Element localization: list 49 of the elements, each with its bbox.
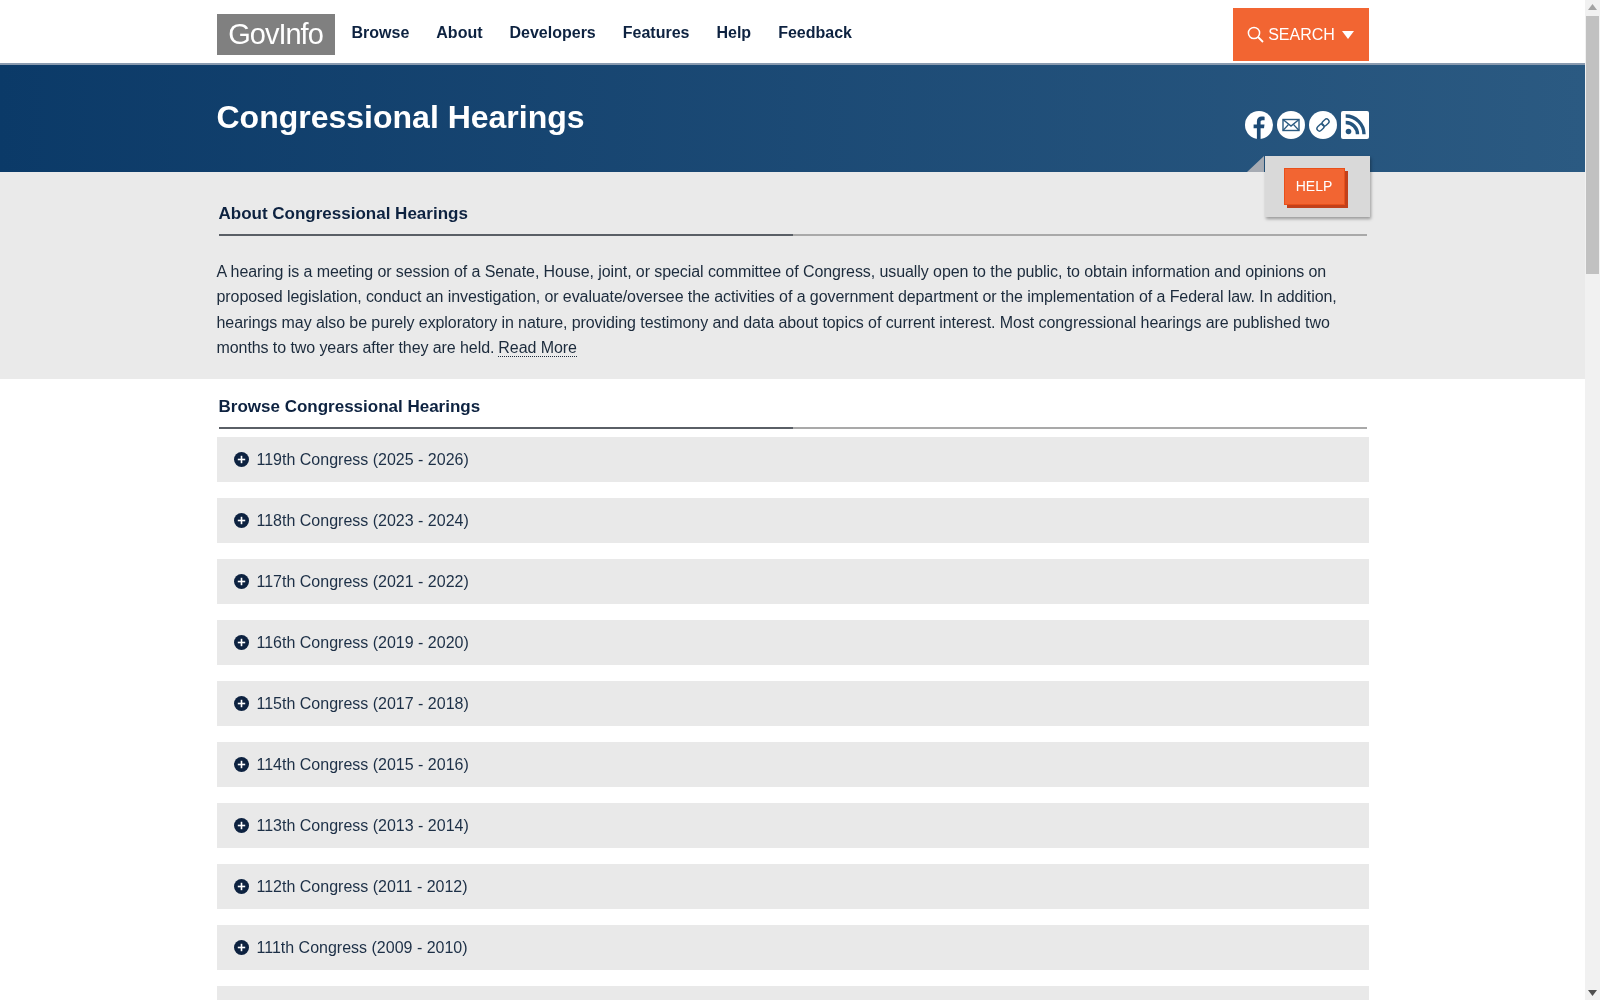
congress-accordion-row[interactable]: 119th Congress (2025 - 2026) [216,437,1369,482]
plus-circle-icon [233,757,249,772]
plus-circle-icon [233,940,249,955]
govinfo-logo[interactable]: GovInfo [216,14,335,55]
congress-label: 111th Congress (2009 - 2010) [256,937,468,958]
congress-accordion-row[interactable]: 117th Congress (2021 - 2022) [216,559,1369,604]
congress-label: 112th Congress (2011 - 2012) [256,876,468,897]
caret-icon [1341,30,1354,39]
rss-icon[interactable] [1340,111,1369,139]
facebook-icon[interactable] [1244,111,1273,139]
congress-accordion-row[interactable]: 112th Congress (2011 - 2012) [216,864,1369,909]
nav-link[interactable]: Features [622,22,690,44]
section-heading: Browse Congressional Hearings [218,396,482,418]
search-icon [1247,26,1265,43]
plus-circle-icon [233,879,249,894]
plus-circle-icon [233,452,249,467]
link-icon[interactable] [1308,111,1337,139]
scrollbar-thumb[interactable] [1586,16,1599,274]
congress-accordion-row[interactable]: 115th Congress (2017 - 2018) [216,681,1369,726]
congress-accordion-row[interactable]: 114th Congress (2015 - 2016) [216,742,1369,787]
fold-corner-icon [1246,156,1264,172]
nav-link[interactable]: Feedback [778,22,852,44]
plus-circle-icon [233,574,249,589]
congress-accordion-row[interactable]: 116th Congress (2019 - 2020) [216,620,1369,665]
congress-accordion-row[interactable]: 118th Congress (2023 - 2024) [216,498,1369,543]
congress-label: 118th Congress (2023 - 2024) [256,510,469,531]
congress-label: 113th Congress (2013 - 2014) [256,815,469,836]
congress-label: 119th Congress (2025 - 2026) [256,449,469,470]
about-paragraph: A hearing is a meeting or session of a Senate, House, joint, or special committee of Congress, usually open to the public, to obtain information and opinions on proposed legislation, conduct an investigation, or evaluate/oversee the activities of a government department or the implementation of a Federal law. In addition, hearings may also be purely exploratory in nature, providing testimony and data about topics of current interest. Most congressional hearings are published two months to two years after they are held. Read More [216,262,1338,359]
scroll-down-arrow-icon[interactable] [1588,990,1597,996]
plus-circle-icon [233,635,249,650]
congress-accordion-row[interactable]: 111th Congress (2009 - 2010) [216,925,1369,970]
congress-label: 115th Congress (2017 - 2018) [256,693,469,714]
nav-link[interactable]: Developers [509,22,596,44]
nav-link[interactable]: Browse [351,22,410,44]
read-more-link[interactable]: Read More [498,338,577,357]
nav-link[interactable]: About [436,22,483,44]
congress-accordion-row[interactable]: 113th Congress (2013 - 2014) [216,803,1369,848]
plus-circle-icon [233,818,249,833]
nav-link[interactable]: Help [716,22,752,44]
email-icon[interactable] [1276,111,1305,139]
congress-label: 114th Congress (2015 - 2016) [256,754,469,775]
congress-label: 116th Congress (2019 - 2020) [256,632,469,653]
section-heading: About Congressional Hearings [218,203,469,225]
plus-circle-icon [233,696,249,711]
scrollbar[interactable] [1585,0,1600,1000]
plus-circle-icon [233,513,249,528]
page-title: Congressional Hearings [216,98,585,137]
congress-label: 117th Congress (2021 - 2022) [256,571,469,592]
